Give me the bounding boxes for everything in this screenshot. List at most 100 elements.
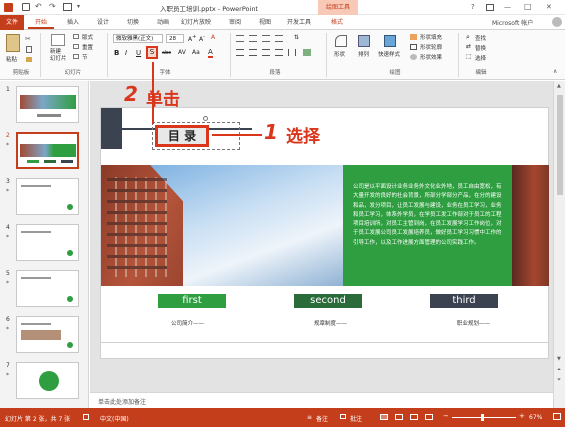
scroll-thumb[interactable] (557, 95, 563, 195)
slide-thumbnail-3[interactable] (16, 178, 79, 215)
shape-effects-button[interactable]: 形状效果 (420, 53, 442, 61)
align-center-icon[interactable] (249, 49, 257, 56)
account-name[interactable]: Microsoft 帐户 (492, 18, 533, 27)
increase-font-icon[interactable]: A+ (188, 34, 196, 43)
decrease-indent-icon[interactable] (262, 35, 270, 42)
normal-view-icon[interactable] (380, 414, 388, 420)
columns-icon[interactable] (288, 49, 296, 56)
tab-1[interactable]: 开始 (28, 16, 54, 29)
current-slide[interactable]: 目 录 公司是以平面设计业务业务外文化业外地，员工自由宽松，有大量开发的良好的社… (100, 107, 549, 359)
notes-placeholder[interactable]: 单击此处添加备注 (98, 397, 146, 406)
new-slide-label[interactable]: 新建 幻灯片 (50, 49, 67, 63)
ribbon-display-options-icon[interactable] (486, 4, 494, 11)
shape-fill-button[interactable]: 形状填充 (420, 33, 442, 41)
tab-8[interactable]: 视图 (252, 16, 278, 29)
maximize-button[interactable]: □ (524, 2, 532, 11)
section-icon[interactable] (73, 54, 79, 59)
layout-icon[interactable] (73, 34, 79, 39)
align-right-icon[interactable] (262, 49, 270, 56)
slide-thumbnail-4[interactable] (16, 224, 79, 261)
zoom-slider[interactable] (452, 417, 516, 418)
paste-icon[interactable] (6, 34, 20, 52)
customize-quick-access-icon[interactable]: ▾ (77, 3, 80, 10)
font-color-icon[interactable]: A (208, 48, 213, 58)
section-button[interactable]: 节 (82, 53, 88, 61)
quick-styles-icon[interactable] (384, 35, 396, 47)
tab-7[interactable]: 审阅 (222, 16, 248, 29)
notes-toggle-button[interactable]: 备注 (316, 414, 328, 423)
bullets-icon[interactable] (236, 35, 244, 42)
comments-icon[interactable] (340, 414, 346, 419)
tab-9[interactable]: 开发工具 (282, 16, 316, 29)
proofing-icon[interactable] (83, 414, 89, 420)
smartart-icon[interactable] (303, 49, 311, 56)
zoom-in-icon[interactable]: + (519, 412, 525, 420)
new-slide-icon[interactable] (51, 34, 65, 46)
zoom-slider-thumb[interactable] (481, 414, 484, 421)
slideshow-view-icon[interactable] (425, 414, 433, 420)
zoom-level[interactable]: 67% (529, 414, 542, 421)
numbering-icon[interactable] (249, 35, 257, 42)
copy-icon[interactable] (26, 46, 32, 53)
close-button[interactable]: ✕ (546, 3, 552, 11)
rotate-handle-icon[interactable] (203, 116, 208, 121)
start-slideshow-icon[interactable] (63, 3, 72, 11)
align-left-icon[interactable] (236, 49, 244, 56)
find-icon[interactable]: ⌕ (466, 33, 470, 42)
bold-button[interactable]: B (114, 49, 119, 57)
arrange-button[interactable]: 排列 (358, 50, 369, 58)
language-status[interactable]: 中文(中国) (100, 414, 129, 423)
replace-button[interactable]: 替换 (475, 44, 486, 52)
tab-3[interactable]: 设计 (90, 16, 116, 29)
text-direction-icon[interactable]: ⇅ (294, 34, 299, 41)
reset-button[interactable]: 重置 (82, 43, 93, 51)
shapes-icon[interactable] (335, 35, 347, 47)
next-slide-icon[interactable]: ⏷ (557, 377, 561, 383)
reading-view-icon[interactable] (410, 414, 418, 420)
account-avatar[interactable] (552, 17, 562, 27)
tab-file[interactable]: 文件 (0, 15, 24, 30)
section-button-second[interactable]: second (294, 294, 362, 308)
italic-button[interactable]: I (125, 49, 127, 57)
increase-indent-icon[interactable] (275, 35, 283, 42)
slide-thumbnail-2[interactable] (16, 132, 79, 169)
format-painter-icon[interactable] (26, 57, 32, 62)
collapse-ribbon-icon[interactable]: ∧ (553, 68, 557, 75)
tab-6[interactable]: 幻灯片放映 (176, 16, 216, 29)
slide-thumbnail-6[interactable] (16, 316, 79, 353)
notes-pane[interactable]: 单击此处添加备注 (90, 392, 553, 408)
zoom-out-icon[interactable]: − (443, 412, 449, 420)
cut-icon[interactable]: ✂ (25, 35, 31, 43)
section-button-first[interactable]: first (158, 294, 226, 308)
find-button[interactable]: 查找 (475, 34, 486, 42)
shape-outline-button[interactable]: 形状轮廓 (420, 43, 442, 51)
notes-icon[interactable]: ≡ (307, 414, 312, 421)
undo-icon[interactable]: ↶ (35, 2, 42, 11)
text-shadow-button[interactable]: S (146, 46, 158, 59)
minimize-button[interactable]: — (504, 3, 511, 11)
font-size-select[interactable]: 28 (166, 34, 184, 43)
change-case-icon[interactable]: Aa (192, 49, 200, 56)
slide-sorter-icon[interactable] (395, 414, 403, 420)
tab-10[interactable]: 格式 (322, 16, 352, 29)
comments-button[interactable]: 批注 (350, 414, 362, 423)
help-icon[interactable]: ? (471, 3, 475, 11)
clear-formatting-icon[interactable]: A (211, 34, 215, 41)
prev-slide-icon[interactable]: ⏶ (557, 367, 561, 373)
tab-2[interactable]: 插入 (60, 16, 86, 29)
select-button[interactable]: 选择 (475, 54, 486, 62)
replace-icon[interactable]: ⇄ (466, 43, 471, 50)
shape-effects-icon[interactable] (410, 54, 417, 60)
select-icon[interactable]: ⬚ (466, 53, 472, 60)
tab-5[interactable]: 动画 (150, 16, 176, 29)
justify-icon[interactable] (275, 49, 283, 56)
decrease-font-icon[interactable]: A- (199, 34, 205, 43)
tab-4[interactable]: 切换 (120, 16, 146, 29)
underline-button[interactable]: U (136, 49, 141, 57)
strikethrough-button[interactable]: abc (162, 50, 171, 56)
save-icon[interactable] (22, 3, 30, 11)
vertical-scrollbar[interactable]: ▲ ▼ ⏶ ⏷ (553, 81, 565, 408)
shape-outline-icon[interactable] (410, 44, 417, 50)
font-name-select[interactable]: 微软雅黑(正文) (113, 34, 163, 43)
fit-slide-icon[interactable] (553, 413, 561, 420)
